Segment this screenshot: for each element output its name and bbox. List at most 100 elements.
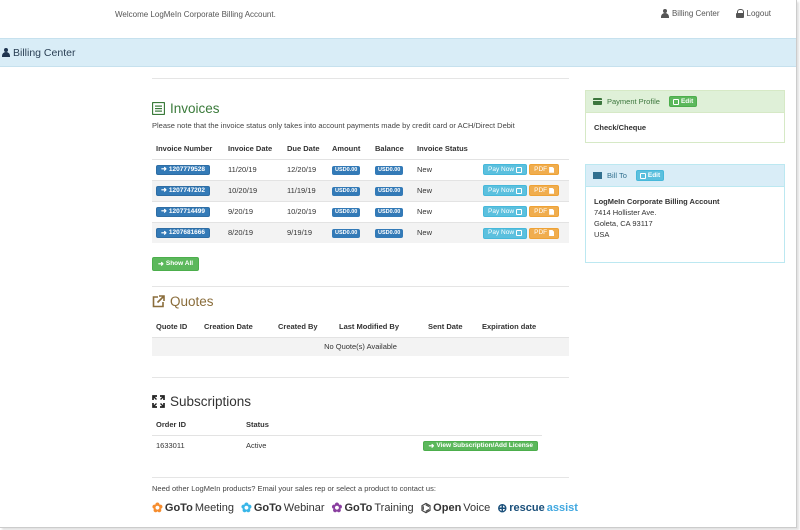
bill-to-address: LogMeIn Corporate Billing Account 7414 H…	[586, 187, 784, 249]
lock-icon	[735, 9, 745, 18]
top-links: Billing Center Logout	[660, 9, 771, 18]
balance-badge: USD0.00	[375, 187, 404, 196]
pay-now-label: Pay Now	[488, 165, 515, 173]
invoices-heading: Invoices	[152, 101, 569, 116]
amount-badge: USD0.00	[332, 187, 361, 196]
divider	[152, 477, 569, 478]
expand-icon	[152, 395, 165, 408]
amount-badge: USD0.00	[332, 208, 361, 217]
invoice-number-button[interactable]: ➜ 1207681666	[156, 228, 211, 238]
pdf-button[interactable]: PDF	[529, 164, 560, 176]
logout-link[interactable]: Logout	[735, 9, 771, 18]
bill-to-edit-button[interactable]: Edit	[635, 170, 665, 181]
invoice-number-button[interactable]: ➜ 1207779528	[156, 164, 211, 175]
col-balance: Balance	[375, 144, 404, 154]
quotes-heading: Quotes	[152, 294, 569, 309]
col-due-date: Due Date	[287, 144, 320, 154]
product-logos: ✿ GoTo Meeting ✿ GoTo Webinar ✿ GoTo Traini…	[152, 500, 578, 516]
order-id: 1633011	[152, 434, 242, 456]
openvoice-icon: ⌬	[420, 501, 432, 515]
edit-icon	[672, 98, 679, 105]
billing-center-link[interactable]: Billing Center	[660, 9, 720, 18]
user-icon	[660, 9, 669, 18]
divider	[152, 78, 569, 79]
flower-icon: ✿	[240, 500, 252, 515]
invoice-number: 1207714499	[168, 207, 206, 215]
payment-edit-button[interactable]: Edit	[668, 96, 698, 107]
arrow-right-icon: ➜	[161, 166, 167, 174]
gototraining-pre: GoTo	[344, 502, 373, 514]
pay-now-button[interactable]: Pay Now	[483, 227, 528, 239]
pay-now-button[interactable]: Pay Now	[483, 164, 528, 176]
due-date: 12/20/19	[283, 158, 328, 180]
pay-now-button[interactable]: Pay Now	[483, 206, 528, 218]
external-link-icon	[152, 295, 165, 308]
edit-icon	[516, 166, 523, 173]
invoice-date: 11/20/19	[224, 158, 283, 180]
file-icon	[549, 187, 555, 194]
envelope-icon	[593, 172, 602, 179]
col-expiration-date: Expiration date	[482, 322, 537, 332]
invoice-date: 10/20/19	[224, 179, 283, 201]
subscriptions-heading: Subscriptions	[152, 394, 569, 409]
invoice-date: 8/20/19	[224, 221, 283, 243]
table-row: ➜ 1207714499 9/20/19 10/20/19 USD0.00 USD0.00…	[152, 200, 569, 222]
invoices-table: Invoice Number Invoice Date Due Date Amo…	[152, 139, 569, 243]
openvoice-logo[interactable]: ⌬ Open Voice	[421, 501, 491, 515]
rescue-plus-icon: ⊕	[497, 501, 508, 515]
table-row: ➜ 1207779528 11/20/19 12/20/19 USD0.00 USD0.0…	[152, 158, 569, 180]
rescueassist-pre: rescue	[509, 502, 545, 514]
page-header: Billing Center	[0, 38, 796, 67]
subscriptions-title: Subscriptions	[170, 394, 252, 409]
due-date: 9/19/19	[283, 221, 328, 243]
invoice-status: New	[413, 221, 479, 243]
payment-profile-panel: Payment Profile Edit Check/Cheque	[585, 90, 785, 143]
edit-icon	[516, 187, 523, 194]
invoice-number-button[interactable]: ➜ 1207714499	[156, 206, 211, 217]
pdf-label: PDF	[534, 165, 548, 173]
invoice-status: New	[413, 179, 479, 201]
col-order-id: Order ID	[156, 420, 187, 430]
view-subscription-button[interactable]: ➜ View Subscription/Add License	[423, 441, 538, 451]
gototraining-logo[interactable]: ✿ GoTo Training	[332, 500, 414, 516]
pdf-label: PDF	[534, 207, 548, 215]
col-status: Status	[246, 420, 269, 430]
invoices-title: Invoices	[170, 101, 220, 116]
pay-now-label: Pay Now	[488, 207, 515, 215]
bill-to-city: Goleta, CA 93117	[594, 219, 653, 228]
invoice-number-button[interactable]: ➜ 1207747202	[156, 185, 211, 196]
payment-profile-title: Payment Profile	[607, 97, 660, 106]
divider	[152, 286, 569, 287]
due-date: 10/20/19	[283, 200, 328, 222]
payment-profile-header: Payment Profile Edit	[586, 91, 784, 113]
bill-to-edit-label: Edit	[647, 172, 661, 179]
list-icon	[152, 102, 165, 115]
main-content: Invoices Please note that the invoice st…	[152, 78, 569, 478]
table-row: 1633011 Active ➜ View Subscription/Add L…	[152, 434, 542, 456]
bill-to-header: Bill To Edit	[586, 165, 784, 187]
show-all-button[interactable]: ➜ Show All	[152, 257, 200, 271]
pay-now-button[interactable]: Pay Now	[483, 185, 528, 197]
openvoice-post: Voice	[463, 502, 491, 514]
invoice-status: New	[413, 200, 479, 222]
pdf-button[interactable]: PDF	[529, 185, 560, 197]
file-icon	[549, 230, 555, 236]
gotowebinar-logo[interactable]: ✿ GoTo Webinar	[241, 500, 325, 516]
user-icon	[2, 48, 10, 57]
col-invoice-status: Invoice Status	[417, 144, 468, 154]
amount-badge: USD0.00	[332, 166, 361, 175]
file-icon	[549, 208, 555, 215]
gotomeeting-logo[interactable]: ✿ GoTo Meeting	[152, 500, 234, 516]
credit-card-icon	[593, 98, 602, 105]
bill-to-country: USA	[594, 230, 610, 239]
edit-icon	[516, 208, 523, 215]
pdf-button[interactable]: PDF	[529, 227, 560, 239]
table-row: ➜ 1207747202 10/20/19 11/19/19 USD0.00 USD0.0…	[152, 179, 569, 201]
divider	[152, 377, 569, 378]
rescueassist-logo[interactable]: ⊕ rescue assist	[497, 501, 578, 515]
flower-icon: ✿	[152, 500, 163, 515]
gotomeeting-pre: GoTo	[164, 502, 193, 514]
bill-to-street: 7414 Hollister Ave.	[594, 208, 657, 217]
pdf-button[interactable]: PDF	[529, 206, 560, 218]
pdf-label: PDF	[534, 186, 548, 194]
